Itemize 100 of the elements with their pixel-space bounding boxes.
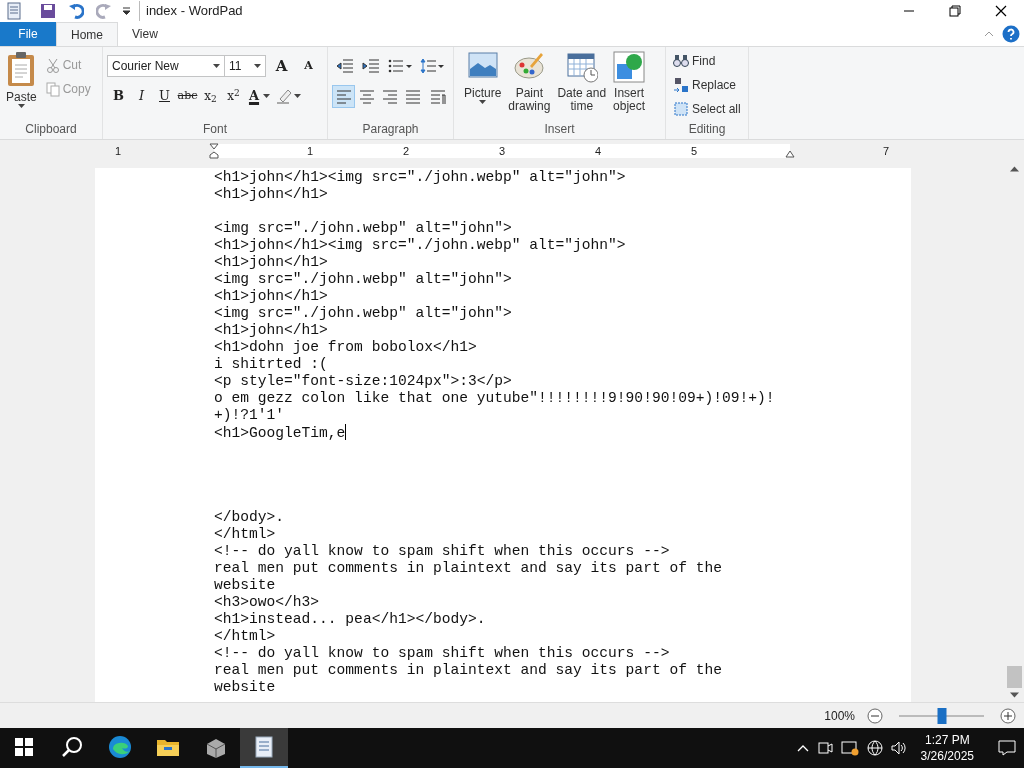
insert-date-button[interactable]: Date and time [555, 51, 609, 121]
text-line: <img src="./john.webp" alt="john"> [214, 305, 512, 321]
grow-font-button[interactable]: A [270, 55, 293, 77]
save-icon[interactable] [40, 3, 56, 19]
browser-icon [108, 735, 132, 759]
volume-icon[interactable] [890, 740, 907, 756]
insert-picture-button[interactable]: Picture [462, 51, 504, 121]
chevron-up-icon[interactable] [796, 744, 809, 752]
text-line: website [214, 679, 276, 695]
scroll-thumb[interactable] [1007, 666, 1022, 688]
monitor-alert-icon[interactable] [840, 740, 859, 756]
group-label: Insert [543, 121, 576, 138]
paragraph-icon[interactable] [430, 89, 446, 104]
clock-time: 1:27 PM [923, 732, 971, 748]
indent-marker-icon[interactable] [209, 143, 219, 159]
text-line: <!-- do yall know to spam shift when this occurs --> [214, 645, 670, 661]
group-label: Font [202, 121, 228, 138]
shrink-font-button[interactable]: A [297, 55, 320, 77]
text-line: real men put comments in plaintext and say its part of the [214, 662, 722, 678]
calendar-clock-icon [565, 51, 598, 83]
italic-button[interactable]: I [130, 85, 153, 107]
caret-icon [294, 94, 301, 98]
ruler-number: 5 [690, 144, 698, 159]
align-left-button[interactable] [332, 85, 355, 108]
replace-button[interactable]: Replace [670, 75, 744, 95]
clock-date: 3/26/2025 [920, 748, 974, 764]
object-icon [613, 51, 646, 83]
line-spacing-icon[interactable] [420, 58, 444, 74]
font-family-dropdown[interactable]: Courier New [107, 55, 225, 77]
font-color-button[interactable]: A [245, 85, 263, 107]
text-line: <h1>john</h1> [214, 288, 328, 304]
paste-button[interactable]: Paste [4, 51, 39, 121]
text-line: <h1>GoogleTim,e [214, 425, 346, 441]
zoom-level: 100% [824, 707, 855, 725]
text-line: real men put comments in plaintext and say its part of the [214, 560, 722, 576]
restore-icon [949, 5, 961, 17]
right-indent-marker-icon[interactable] [785, 150, 795, 158]
clipboard-icon [6, 51, 37, 87]
bold-button[interactable]: B [107, 85, 130, 107]
decrease-indent-icon[interactable] [336, 59, 354, 73]
text-line: <h1>instead... pea</h1></body>. [214, 611, 486, 627]
network-icon[interactable] [866, 740, 883, 756]
file-menu-tab[interactable]: File [0, 22, 56, 46]
undo-icon[interactable] [68, 3, 84, 19]
group-label: Clipboard [24, 121, 78, 138]
zoom-out-icon[interactable] [867, 707, 883, 724]
ruler-number: 1 [114, 144, 122, 159]
highlighter-icon[interactable] [276, 88, 294, 104]
text-line: <h1>dohn joe from bobolox</h1> [214, 339, 477, 355]
text-line: <p style="font-size:1024px">:3</p> [214, 373, 512, 389]
ribbon-tab[interactable]: View [118, 22, 172, 46]
caret-icon [213, 64, 220, 68]
text-line: website [214, 577, 276, 593]
ruler-number: 1 [306, 144, 314, 159]
list-icon[interactable] [388, 59, 412, 73]
increase-indent-icon[interactable] [362, 59, 380, 73]
sub-button[interactable]: x$_{2}$ [199, 85, 222, 107]
scroll-up-icon[interactable] [1010, 166, 1019, 172]
sup-button[interactable]: x$^{2}$ [222, 85, 245, 107]
text-line: <h1>john</h1> [214, 186, 328, 202]
text-line: +)!?1'1' [214, 407, 285, 423]
collapse-icon[interactable] [984, 31, 994, 37]
text-line: </html> [214, 628, 276, 644]
taskbar-app[interactable] [240, 728, 288, 768]
ruler-number: 4 [594, 144, 602, 159]
clock[interactable]: 1:27 PM 3/26/2025 [914, 732, 980, 764]
underline-button[interactable]: U [153, 85, 176, 107]
font-size-dropdown[interactable]: 11 [224, 55, 266, 77]
find-button[interactable]: Find [670, 51, 744, 71]
ruler-number: 7 [882, 144, 890, 159]
insert-paint-button[interactable]: Paint drawing [506, 51, 553, 121]
text-line: <h3>owo</h3> [214, 594, 320, 610]
help-icon[interactable] [1002, 25, 1020, 43]
text-line: <h1>john</h1><img src="./john.webp" alt="john"> [214, 169, 626, 185]
window-title: index - WordPad [139, 1, 243, 21]
caret-icon [479, 100, 487, 104]
copy-icon [45, 81, 60, 97]
text-line: <img src="./john.webp" alt="john"> [214, 271, 512, 287]
dropdown-icon[interactable] [122, 7, 131, 15]
scroll-down-icon[interactable] [1010, 692, 1019, 698]
scissors-icon [45, 57, 60, 73]
document-icon [252, 735, 276, 759]
text-line: i shitrted :( [214, 356, 328, 372]
replace-icon [673, 77, 689, 93]
text-line: <!-- do yall know to spam shift when this occurs --> [214, 543, 670, 559]
binoculars-icon [673, 53, 689, 69]
text-line: <img src="./john.webp" alt="john"> [214, 220, 512, 236]
group-label: Paragraph [361, 121, 420, 138]
notifications-icon[interactable] [998, 740, 1016, 756]
text-line: <h1>john</h1><img src="./john.webp" alt="john"> [214, 237, 626, 253]
zoom-in-icon[interactable] [1000, 707, 1016, 724]
text-line: <h1>john</h1> [214, 254, 328, 270]
group-label: Editing [687, 121, 727, 138]
strike-button[interactable]: abc [176, 85, 199, 107]
slider-thumb[interactable] [937, 707, 946, 724]
ruler-number: 3 [498, 144, 506, 159]
camera-icon[interactable] [816, 740, 833, 756]
select-button[interactable]: Select all [670, 99, 744, 119]
insert-object-button[interactable]: Insert object [611, 51, 648, 121]
ribbon-tab[interactable]: Home [56, 22, 118, 46]
